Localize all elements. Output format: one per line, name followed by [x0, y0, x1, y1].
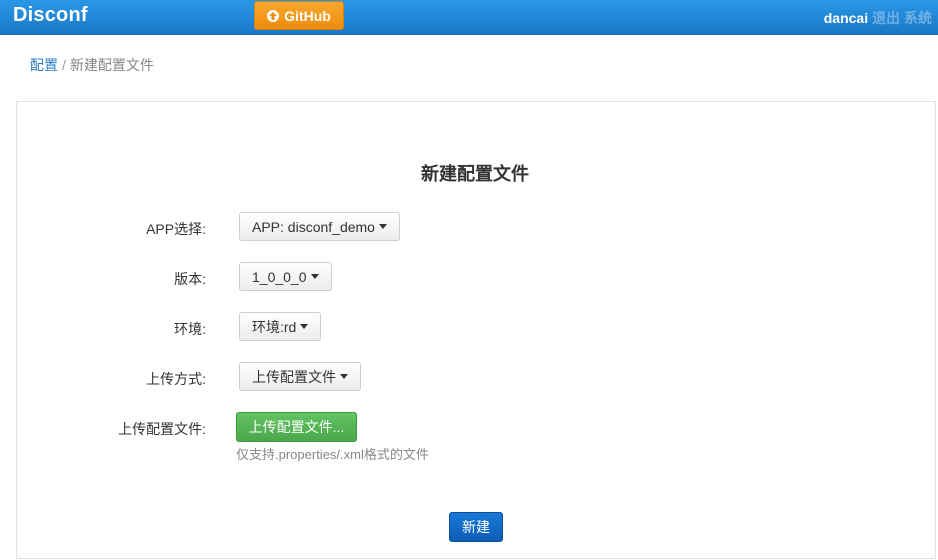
- github-button-label: GitHub: [284, 7, 331, 24]
- env-label: 环境:: [174, 321, 206, 337]
- user-extra-links[interactable]: 退出 系统: [872, 10, 932, 26]
- create-button[interactable]: 新建: [449, 512, 503, 542]
- app-select-label: APP选择:: [146, 221, 206, 237]
- caret-down-icon: [340, 374, 348, 379]
- caret-down-icon: [300, 324, 309, 329]
- breadcrumb-root-link[interactable]: 配置: [30, 57, 58, 73]
- user-name: dancai: [823, 10, 869, 26]
- user-menu[interactable]: dancai 退出 系统: [824, 8, 932, 28]
- github-button[interactable]: GitHub: [254, 1, 344, 30]
- caret-down-icon: [378, 224, 387, 229]
- app-dropdown-value: APP: disconf_demo: [252, 218, 375, 235]
- brand-logo[interactable]: Disconf: [13, 4, 88, 27]
- breadcrumb-separator: /: [62, 57, 66, 73]
- app-dropdown[interactable]: APP: disconf_demo: [239, 212, 400, 241]
- top-navbar: Disconf GitHub dancai 退出 系统: [0, 0, 938, 35]
- env-dropdown-value: 环境:rd: [252, 318, 297, 335]
- arrow-up-circle-icon: [267, 9, 280, 22]
- upload-help-text: 仅支持.properties/.xml格式的文件: [236, 447, 429, 462]
- version-dropdown[interactable]: 1_0_0_0: [239, 262, 332, 291]
- caret-down-icon: [310, 274, 319, 279]
- breadcrumb: 配置 / 新建配置文件: [30, 55, 154, 75]
- upload-file-button[interactable]: 上传配置文件...: [236, 412, 357, 442]
- version-label: 版本:: [174, 271, 206, 287]
- upload-method-label: 上传方式:: [146, 371, 206, 387]
- upload-file-label: 上传配置文件:: [118, 421, 206, 437]
- env-dropdown[interactable]: 环境:rd: [239, 312, 322, 341]
- form-title: 新建配置文件: [421, 164, 529, 184]
- upload-method-dropdown-value: 上传配置文件: [252, 368, 336, 385]
- version-dropdown-value: 1_0_0_0: [252, 268, 307, 285]
- upload-method-dropdown[interactable]: 上传配置文件: [239, 362, 361, 391]
- breadcrumb-current: 新建配置文件: [69, 57, 154, 73]
